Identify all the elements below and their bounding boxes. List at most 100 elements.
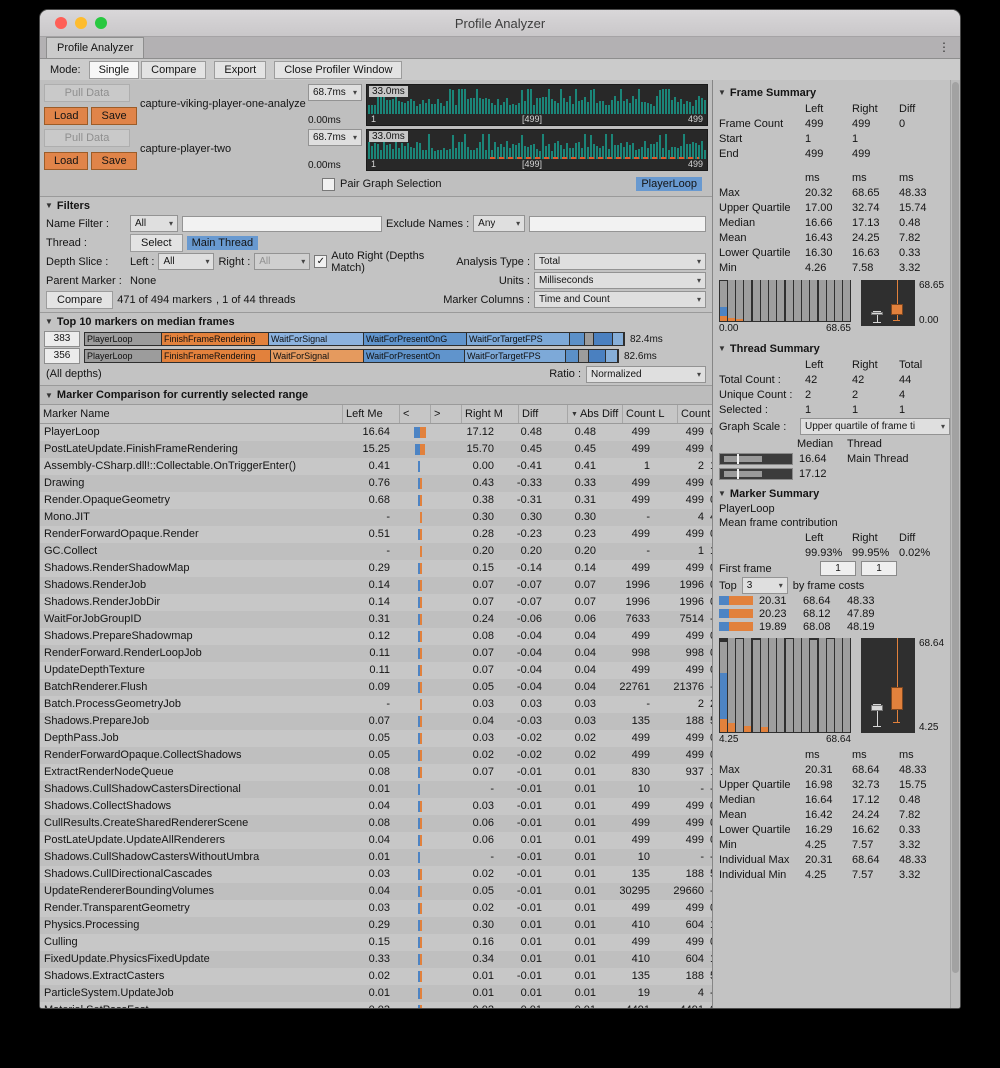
kebab-menu-icon[interactable]: ⋮ [938,40,950,54]
selected-marker-chip[interactable]: PlayerLoop [636,177,702,191]
load-button[interactable]: Load [44,152,88,170]
top-n-dropdown[interactable]: 3 ▾ [742,577,788,594]
analysis-type-dropdown[interactable]: Total ▾ [534,253,706,270]
table-row[interactable]: RenderForwardOpaque.CollectShadows0.050.… [40,747,712,764]
sidebar-scrollbar[interactable] [950,80,960,1008]
frame-time-boxplot[interactable] [861,280,915,326]
ratio-dropdown[interactable]: Normalized ▾ [586,366,706,383]
frame-number-button[interactable]: 383 [44,331,80,347]
table-row[interactable]: UpdateRendererBoundingVolumes0.040.05-0.… [40,883,712,900]
table-row[interactable]: FixedUpdate.PhysicsFixedUpdate0.330.340.… [40,951,712,968]
table-row[interactable]: Material.SetPassFast0.030.02-0.010.01449… [40,1002,712,1008]
table-row[interactable]: UpdateDepthTexture0.110.07-0.040.0449949… [40,662,712,679]
table-row[interactable]: RenderForwardOpaque.Render0.510.28-0.230… [40,526,712,543]
pull-data-button[interactable]: Pull Data [44,84,130,102]
range-dropdown[interactable]: 68.7ms ▾ [308,129,362,146]
table-row[interactable]: RenderForward.RenderLoopJob0.110.07-0.04… [40,645,712,662]
zoom-window-button[interactable] [95,17,107,29]
marker-segment[interactable]: WaitForSignal [271,350,363,362]
marker-segment-small[interactable] [566,350,578,362]
graph-scale-dropdown[interactable]: Upper quartile of frame ti ▾ [800,418,950,435]
thread-row[interactable]: 17.12 [713,466,950,481]
foldout-icon[interactable]: ▼ [718,344,726,353]
mode-compare-button[interactable]: Compare [141,61,206,79]
load-button[interactable]: Load [44,107,88,125]
depth-right-dropdown[interactable]: All ▾ [254,253,310,270]
thread-select-button[interactable]: Select [130,234,183,252]
top-frame-cost-row[interactable]: 19.8968.0848.19 [713,620,950,633]
close-window-button[interactable] [55,17,67,29]
name-filter-input[interactable] [182,216,382,232]
table-row[interactable]: Batch.ProcessGeometryJob-0.030.030.03-22 [40,696,712,713]
marker-segment[interactable]: FinishFrameRendering [162,333,268,345]
table-row[interactable]: Mono.JIT-0.300.300.30-44 [40,509,712,526]
marker-segment[interactable]: WaitForPresentOn [364,350,464,362]
table-row[interactable]: PlayerLoop16.6417.120.480.484994990 [40,424,712,441]
export-button[interactable]: Export [214,61,266,79]
top-frame-cost-row[interactable]: 20.2368.1247.89 [713,607,950,620]
marker-segment-small[interactable] [613,333,623,345]
table-row[interactable]: Shadows.CullShadowCastersDirectional0.01… [40,781,712,798]
table-row[interactable]: PostLateUpdate.UpdateAllRenderers0.040.0… [40,832,712,849]
table-row[interactable]: CullResults.CreateSharedRendererScene0.0… [40,815,712,832]
table-row[interactable]: Shadows.RenderJob0.140.07-0.070.07199619… [40,577,712,594]
marker-segment-small[interactable] [594,333,612,345]
table-row[interactable]: Shadows.RenderShadowMap0.290.15-0.140.14… [40,560,712,577]
table-row[interactable]: Drawing0.760.43-0.330.334994990 [40,475,712,492]
table-row[interactable]: Shadows.PrepareJob0.070.04-0.030.0313518… [40,713,712,730]
column-header-6[interactable]: ▼Abs Diff [568,405,623,423]
title-bar[interactable]: Profile Analyzer [40,10,960,37]
depth-left-dropdown[interactable]: All ▾ [158,253,214,270]
marker-segment[interactable]: WaitForTargetFPS [465,350,565,362]
top-frame-cost-row[interactable]: 20.3168.6448.33 [713,594,950,607]
marker-segment[interactable]: FinishFrameRendering [162,350,270,362]
first-frame-left-button[interactable]: 1 [820,561,856,576]
auto-right-checkbox[interactable]: ✓ [314,255,327,268]
column-header-8[interactable]: Count R [678,405,713,423]
table-row[interactable]: WaitForJobGroupID0.310.24-0.060.06763375… [40,611,712,628]
table-row[interactable]: ExtractRenderNodeQueue0.080.07-0.010.018… [40,764,712,781]
marker-time-boxplot[interactable] [861,638,915,733]
marker-segment[interactable]: WaitForSignal [269,333,363,345]
column-header-7[interactable]: Count L [623,405,678,423]
table-row[interactable]: GC.Collect-0.200.200.20-11 [40,543,712,560]
pair-graph-selection-checkbox[interactable] [322,178,335,191]
table-row[interactable]: Shadows.RenderJobDir0.140.07-0.070.07199… [40,594,712,611]
column-header-4[interactable]: Right M [462,405,519,423]
frame-number-button[interactable]: 356 [44,348,80,364]
table-row[interactable]: BatchRenderer.Flush0.090.05-0.040.042276… [40,679,712,696]
marker-segment-small[interactable] [570,333,584,345]
column-header-marker-name[interactable]: Marker Name [40,405,343,423]
table-row[interactable]: Shadows.ExtractCasters0.020.01-0.010.011… [40,968,712,985]
table-row[interactable]: Shadows.CullShadowCastersWithoutUmbra0.0… [40,849,712,866]
table-row[interactable]: Culling0.150.160.010.014994990 [40,934,712,951]
marker-segment[interactable]: PlayerLoop [85,333,161,345]
mode-single-button[interactable]: Single [89,61,140,79]
marker-segment[interactable]: PlayerLoop [85,350,161,362]
table-row[interactable]: Shadows.CullDirectionalCascades0.030.02-… [40,866,712,883]
compare-button[interactable]: Compare [46,291,113,309]
scrollbar-thumb[interactable] [952,82,959,973]
table-row[interactable]: Shadows.CollectShadows0.040.03-0.010.014… [40,798,712,815]
foldout-icon[interactable]: ▼ [45,201,53,210]
thread-row[interactable]: 16.64Main Thread [713,451,950,466]
pull-data-button[interactable]: Pull Data [44,129,130,147]
foldout-icon[interactable]: ▼ [718,489,726,498]
frame-time-graph-left[interactable]: 33.0ms 1 [499] 499 [366,84,708,126]
table-row[interactable]: Shadows.PrepareShadowmap0.120.08-0.040.0… [40,628,712,645]
save-button[interactable]: Save [91,107,136,125]
marker-segment-small[interactable] [585,333,593,345]
name-filter-dropdown[interactable]: All ▾ [130,215,178,232]
first-frame-right-button[interactable]: 1 [861,561,897,576]
column-header-1[interactable]: Left Me [343,405,400,423]
units-dropdown[interactable]: Milliseconds ▾ [534,272,706,289]
marker-segment[interactable]: WaitForPresentOnG [364,333,466,345]
marker-segment[interactable]: WaitForTargetFPS [467,333,569,345]
foldout-icon[interactable]: ▼ [45,391,53,400]
table-row[interactable]: DepthPass.Job0.050.03-0.020.024994990 [40,730,712,747]
table-row[interactable]: ParticleSystem.UpdateJob0.010.010.010.01… [40,985,712,1002]
range-dropdown[interactable]: 68.7ms ▾ [308,84,362,101]
save-button[interactable]: Save [91,152,136,170]
table-row[interactable]: PostLateUpdate.FinishFrameRendering15.25… [40,441,712,458]
column-header-3[interactable]: > [431,405,462,423]
